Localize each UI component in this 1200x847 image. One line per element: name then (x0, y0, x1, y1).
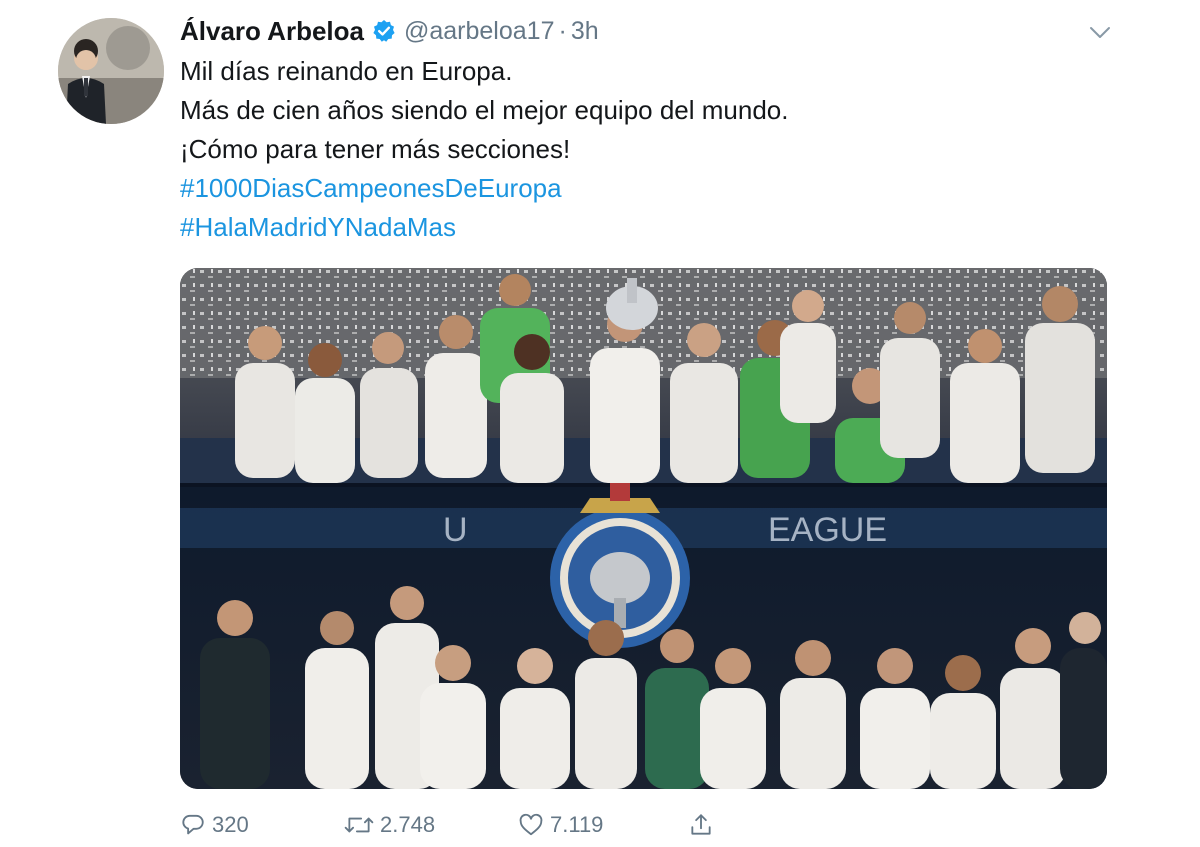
retweet-button[interactable]: 2.748 (344, 808, 435, 842)
tweet-menu-button[interactable] (1088, 22, 1112, 42)
tweet-text-line: ¡Cómo para tener más secciones! (180, 134, 571, 164)
share-icon (691, 814, 711, 835)
reply-count: 320 (212, 812, 249, 837)
tweet-action-bar: 320 2.748 7.119 (0, 808, 1200, 842)
author-name[interactable]: Álvaro Arbeloa (180, 16, 364, 47)
reply-icon (182, 814, 204, 835)
avatar-image (58, 18, 164, 124)
tweet-media-image[interactable]: U EAGUE (180, 268, 1107, 789)
share-button[interactable] (688, 808, 720, 842)
team-celebration-photo: U EAGUE (180, 268, 1107, 789)
like-count: 7.119 (550, 812, 604, 837)
retweet-icon (344, 817, 374, 833)
tweet-text-line: Mil días reinando en Europa. (180, 56, 513, 86)
chevron-down-icon (1090, 27, 1110, 38)
retweet-count: 2.748 (380, 812, 436, 837)
verified-badge-icon (372, 19, 396, 43)
author-handle[interactable]: @aarbeloa17 (404, 17, 555, 46)
hashtag-link[interactable]: #HalaMadridYNadaMas (180, 208, 1140, 247)
like-button[interactable]: 7.119 (518, 808, 603, 842)
tweet-timestamp[interactable]: 3h (571, 17, 599, 46)
separator-dot: · (558, 16, 567, 45)
tweet-header: Álvaro Arbeloa @aarbeloa17 · 3h (180, 14, 599, 48)
heart-icon (519, 813, 543, 836)
tweet-text-line: Más de cien años siendo el mejor equipo … (180, 95, 789, 125)
author-avatar[interactable] (58, 18, 164, 124)
tweet-body: Mil días reinando en Europa. Más de cien… (180, 52, 1140, 247)
banner-text-left: U (443, 511, 468, 549)
banner-text-right: EAGUE (768, 511, 887, 549)
reply-button[interactable]: 320 (180, 808, 249, 842)
hashtag-link[interactable]: #1000DiasCampeonesDeEuropa (180, 169, 1140, 208)
